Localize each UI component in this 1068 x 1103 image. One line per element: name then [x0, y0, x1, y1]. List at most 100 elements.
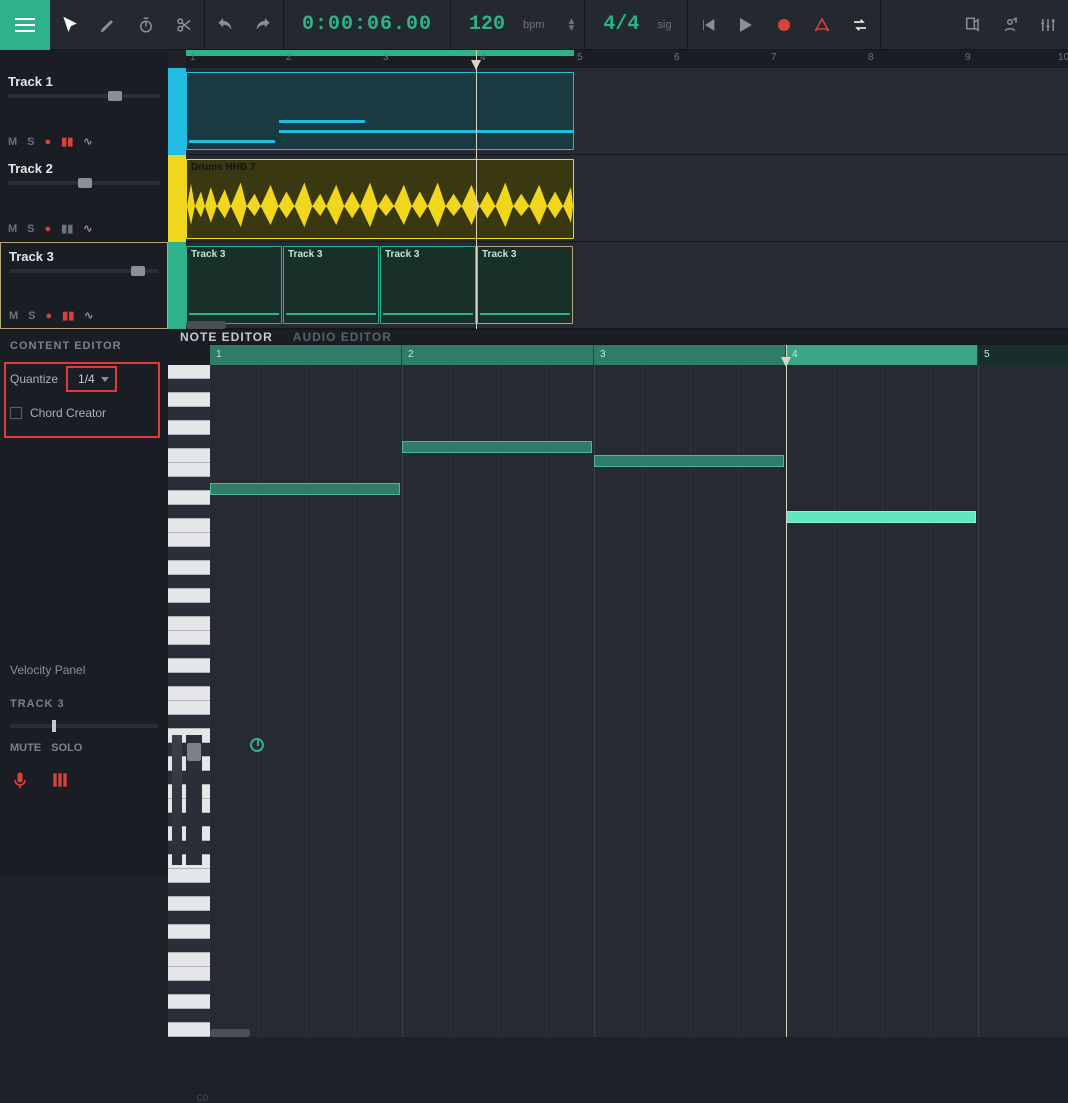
track-inspector: TRACK 3 MUTE SOLO: [0, 688, 168, 875]
bar-number: 4: [480, 52, 486, 63]
track-color-strip[interactable]: [168, 155, 186, 242]
track-header[interactable]: Track 2 M S ● ▮▮ ∿: [0, 155, 168, 242]
pan-slider[interactable]: [10, 724, 158, 728]
arrangement-view: Track 1 M S ● ▮▮ ∿ Track 2 M S ● ▮▮ ∿ Tr…: [0, 50, 1068, 330]
export-icon[interactable]: [960, 13, 984, 37]
quantize-select[interactable]: 1/4: [66, 366, 117, 392]
bpm-label: bpm: [519, 19, 552, 31]
midi-input-icon[interactable]: ▮▮: [61, 135, 73, 148]
mixer-icon[interactable]: [1036, 13, 1060, 37]
power-icon[interactable]: [250, 738, 264, 752]
piano-roll-keys[interactable]: C3C2C1C0: [168, 345, 210, 1037]
track-name: Track 2: [8, 161, 160, 176]
track-volume-slider[interactable]: [8, 94, 160, 98]
time-signature[interactable]: 4/4: [593, 13, 639, 36]
midi-clip[interactable]: Track 3: [477, 246, 573, 324]
share-icon[interactable]: [998, 13, 1022, 37]
midi-note[interactable]: [402, 441, 592, 453]
note-editor-area: NOTE EDITOR AUDIO EDITOR C3C2C1C0 1 2 3 …: [168, 330, 1068, 687]
bpm-value[interactable]: 120: [459, 13, 505, 36]
stopwatch-tool-icon[interactable]: [134, 13, 158, 37]
midi-clip[interactable]: Track 3: [186, 246, 282, 324]
mute-button[interactable]: M: [8, 136, 17, 148]
automation-icon[interactable]: ∿: [83, 135, 92, 148]
midi-input-icon[interactable]: ▮▮: [62, 309, 74, 322]
menu-button[interactable]: [0, 0, 50, 50]
bar-number: 3: [600, 349, 606, 360]
automation-icon[interactable]: ∿: [84, 309, 93, 322]
automation-icon[interactable]: ∿: [83, 222, 92, 235]
bar-number: 6: [674, 52, 680, 63]
track-lane[interactable]: Track 3 Track 3 Track 3 Track 3: [186, 242, 1068, 329]
solo-button[interactable]: S: [27, 136, 34, 148]
midi-clip[interactable]: Track 3: [283, 246, 379, 324]
track-lane[interactable]: Drums HHB 7: [186, 155, 1068, 242]
editor-tabs: NOTE EDITOR AUDIO EDITOR: [168, 330, 1068, 345]
midi-clip[interactable]: Track 3: [380, 246, 476, 324]
track-color-strip[interactable]: [168, 242, 186, 329]
timeline[interactable]: 1 2 3 4 5 6 7 8 9 10 Drums HHB 7: [186, 50, 1068, 329]
record-arm-icon[interactable]: ●: [45, 223, 52, 235]
track-name: Track 3: [9, 249, 159, 264]
track-volume-slider[interactable]: [8, 181, 160, 185]
pencil-tool-icon[interactable]: [96, 13, 120, 37]
mute-button[interactable]: MUTE: [10, 742, 41, 754]
play-icon[interactable]: [734, 13, 758, 37]
tab-audio-editor[interactable]: AUDIO EDITOR: [293, 330, 392, 344]
bpm-stepper-icon[interactable]: ▲▼: [566, 18, 576, 32]
midi-note[interactable]: [210, 483, 400, 495]
mute-button[interactable]: M: [9, 310, 18, 322]
tab-note-editor[interactable]: NOTE EDITOR: [180, 330, 273, 344]
solo-button[interactable]: S: [28, 310, 35, 322]
clip-label: Track 3: [385, 249, 419, 260]
midi-note[interactable]: [786, 511, 976, 523]
redo-icon[interactable]: [251, 13, 275, 37]
track-color-strip[interactable]: [168, 68, 186, 155]
bar-number: 2: [286, 52, 292, 63]
loop-icon[interactable]: [848, 13, 872, 37]
timeline-ruler[interactable]: 1 2 3 4 5 6 7 8 9 10: [186, 50, 1068, 68]
cut-tool-icon[interactable]: [172, 13, 196, 37]
note-playhead[interactable]: [786, 345, 787, 1037]
clip-label: Drums HHB 7: [191, 162, 255, 173]
solo-button[interactable]: S: [27, 223, 34, 235]
volume-fader[interactable]: [186, 735, 202, 865]
horizontal-scrollbar[interactable]: [210, 1029, 250, 1037]
editor-section: CONTENT EDITOR Quantize 1/4 Chord Creato…: [0, 330, 1068, 688]
track-volume-slider[interactable]: [9, 269, 159, 273]
audio-clip[interactable]: Drums HHB 7: [186, 159, 574, 239]
metronome-icon[interactable]: [810, 13, 834, 37]
note-grid[interactable]: 1 2 3 4 5: [210, 345, 1068, 1037]
record-arm-icon[interactable]: [10, 770, 30, 793]
midi-note[interactable]: [594, 455, 784, 467]
playhead[interactable]: [476, 50, 477, 329]
record-arm-icon[interactable]: ●: [46, 310, 53, 322]
midi-input-icon[interactable]: ▮▮: [61, 222, 73, 235]
bar-number: 5: [577, 52, 583, 63]
midi-input-icon[interactable]: [50, 770, 70, 793]
track-headers: Track 1 M S ● ▮▮ ∿ Track 2 M S ● ▮▮ ∿ Tr…: [0, 50, 168, 329]
velocity-panel-label[interactable]: Velocity Panel: [10, 663, 85, 677]
rewind-icon[interactable]: [696, 13, 720, 37]
track-lane[interactable]: [186, 68, 1068, 155]
track-header[interactable]: Track 1 M S ● ▮▮ ∿: [0, 68, 168, 155]
content-editor-title: CONTENT EDITOR: [10, 340, 158, 352]
bar-number: 1: [190, 52, 196, 63]
record-icon[interactable]: [772, 13, 796, 37]
bar-number: 7: [771, 52, 777, 63]
transport-time[interactable]: 0:00:06.00: [292, 13, 442, 36]
track-header[interactable]: Track 3 M S ● ▮▮ ∿: [0, 242, 168, 329]
bar-number: 5: [984, 349, 990, 360]
bar-number: 4: [792, 349, 798, 360]
record-arm-icon[interactable]: ●: [45, 136, 52, 148]
clip-label: Track 3: [191, 249, 225, 260]
horizontal-scrollbar[interactable]: [186, 321, 226, 329]
pointer-tool-icon[interactable]: [58, 13, 82, 37]
solo-button[interactable]: SOLO: [51, 742, 82, 754]
note-ruler[interactable]: 1 2 3 4 5: [210, 345, 1068, 365]
midi-clip[interactable]: [186, 72, 574, 150]
loop-region[interactable]: [186, 50, 574, 56]
undo-icon[interactable]: [213, 13, 237, 37]
content-editor-panel: CONTENT EDITOR Quantize 1/4 Chord Creato…: [0, 330, 168, 687]
mute-button[interactable]: M: [8, 223, 17, 235]
